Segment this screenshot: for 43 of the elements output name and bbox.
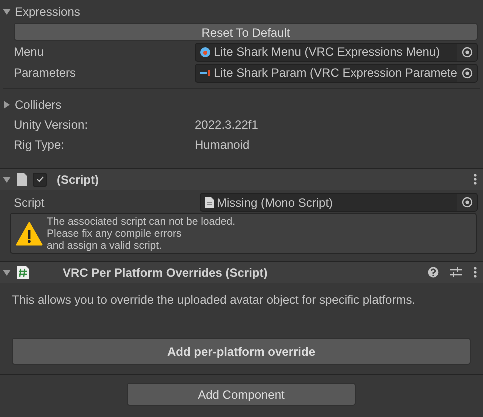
warning-icon (16, 222, 43, 246)
sliders-icon[interactable] (450, 267, 462, 278)
target-icon[interactable] (462, 68, 472, 78)
collapse-arrow-icon[interactable] (3, 176, 11, 184)
object-field[interactable]: Missing (Mono Script) (200, 193, 478, 212)
warning-message: The associated script can not be loaded. Please fix any compile errors and assign a valid script. (47, 216, 236, 252)
object-field[interactable]: Lite Shark Param (VRC Expression Paramete (195, 64, 478, 82)
parameter-asset-icon (200, 70, 211, 76)
more-options-icon[interactable] (474, 174, 477, 185)
field-label: Script (14, 194, 46, 212)
field-label: Parameters (14, 65, 78, 82)
target-icon[interactable] (462, 46, 472, 58)
document-icon (205, 197, 214, 208)
component-title: VRC Per Platform Overrides (Script) (63, 264, 269, 282)
add-override-button[interactable]: Add per-platform override (12, 338, 471, 365)
component-header[interactable]: (Script) (0, 169, 483, 190)
info-value: 2022.3.22f1 (195, 117, 258, 134)
field-label: Rig Type: (14, 137, 66, 154)
target-icon[interactable] (462, 197, 472, 208)
field-label: Menu (14, 44, 46, 61)
component-title: (Script) (57, 172, 100, 188)
script-icon (17, 266, 29, 279)
section-title[interactable]: Colliders (15, 96, 62, 114)
description-text: This allows you to override the uploaded avatar object for specific platforms. (12, 292, 417, 309)
more-options-icon[interactable] (474, 267, 477, 278)
menu-asset-icon (200, 46, 211, 58)
object-picker-button[interactable] (457, 194, 477, 211)
help-icon[interactable] (428, 267, 439, 278)
collapse-arrow-icon[interactable] (3, 268, 11, 276)
field-label: Unity Version: (14, 117, 90, 134)
object-field[interactable]: Lite Shark Menu (VRC Expressions Menu) (195, 42, 478, 62)
collapse-arrow-icon[interactable] (3, 8, 11, 16)
enable-checkbox[interactable] (33, 172, 47, 186)
section-title[interactable]: Expressions (15, 3, 80, 21)
document-icon (17, 173, 27, 186)
object-picker-button[interactable] (457, 44, 477, 60)
add-component-button[interactable]: Add Component (127, 383, 356, 406)
info-value: Humanoid (195, 137, 250, 154)
component-header[interactable]: VRC Per Platform Overrides (Script) (0, 262, 483, 283)
expand-arrow-icon[interactable] (3, 101, 11, 109)
reset-button[interactable]: Reset To Default (14, 23, 478, 41)
checkmark-icon[interactable] (36, 175, 44, 184)
object-picker-button[interactable] (457, 64, 477, 82)
